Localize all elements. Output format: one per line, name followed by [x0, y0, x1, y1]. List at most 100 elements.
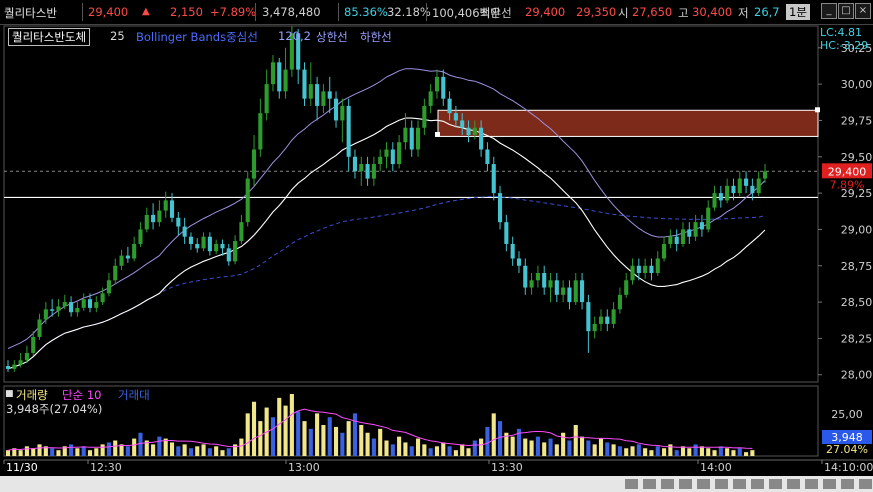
volume-bar — [643, 448, 648, 456]
bb-center-label[interactable]: Bollinger Bands중심선 — [136, 29, 258, 45]
candle — [283, 69, 288, 92]
candle — [308, 84, 313, 99]
volume-bar — [214, 446, 219, 456]
candle — [617, 294, 622, 310]
candle — [264, 84, 269, 114]
volume-bar — [491, 413, 496, 456]
candle — [554, 280, 559, 295]
candle — [725, 185, 730, 201]
toolbar-button-icon — [643, 479, 656, 489]
candle — [365, 164, 370, 179]
volume-bar — [649, 450, 654, 456]
volume-bar — [346, 421, 351, 456]
candle — [371, 164, 376, 179]
volume-bar — [176, 446, 181, 456]
minimize-icon[interactable]: _ — [821, 3, 837, 19]
volume-bar — [151, 444, 156, 456]
volume-bar — [100, 444, 105, 456]
trade-amount-label[interactable]: 거래대 — [118, 387, 150, 403]
volume-bar — [535, 436, 540, 456]
volume-bar — [554, 444, 559, 456]
candle — [113, 265, 118, 281]
box-handle — [435, 131, 440, 137]
stock-legend-label[interactable]: 퀄리타스반도체 — [8, 28, 91, 46]
candle — [226, 248, 231, 262]
volume-bar — [630, 446, 635, 456]
upper-band-label[interactable]: 상한선 — [316, 29, 348, 45]
best-bid: 29,350 — [576, 5, 617, 19]
candle — [43, 309, 48, 320]
volume-bar — [315, 413, 320, 456]
toolbar-button-icon — [697, 479, 710, 489]
candle — [81, 299, 86, 308]
volume-bar — [712, 450, 717, 456]
best-ask: 29,400 — [525, 5, 566, 19]
volume-bar — [403, 442, 408, 456]
volume-bar — [37, 444, 42, 456]
volume-bar — [87, 450, 93, 456]
toolbar-button-icon — [625, 479, 638, 489]
candle — [403, 127, 408, 143]
volume-bar — [479, 438, 484, 456]
volume-bar — [428, 448, 433, 456]
lower-band-label[interactable]: 하한선 — [360, 29, 392, 45]
volume-bar — [94, 448, 99, 456]
volume-current: 3,948주(27.04%) — [6, 402, 103, 416]
candle — [422, 105, 427, 128]
interval-selector[interactable]: 1분 — [786, 4, 810, 20]
candle — [378, 156, 383, 165]
volume-bar — [674, 450, 679, 456]
candle — [434, 76, 440, 92]
volume-bar — [725, 448, 730, 456]
price-axis-label: 29,500 — [841, 151, 873, 164]
volume-bar — [573, 425, 578, 456]
candle — [460, 120, 465, 128]
close-icon[interactable]: × — [855, 3, 871, 19]
candle — [346, 105, 351, 157]
volume: 3,478,480 — [262, 5, 321, 19]
volume-bar — [460, 444, 465, 456]
volume-bar — [163, 438, 168, 456]
volume-bar — [226, 448, 231, 456]
candle — [415, 127, 421, 150]
candle — [535, 273, 540, 281]
chart-area[interactable]: 30,25030,00029,75029,50029,25029,00028,7… — [0, 24, 873, 492]
bottom-toolbar — [0, 476, 873, 492]
volume-bar — [466, 448, 471, 456]
candle — [504, 222, 509, 244]
candle — [195, 243, 200, 249]
candle — [302, 69, 307, 99]
price-axis-label: 29,750 — [841, 114, 873, 127]
volume-bar — [50, 448, 55, 456]
candle — [447, 98, 452, 114]
turnover: 32.18% — [387, 5, 431, 19]
candle — [580, 280, 585, 303]
volume-bar — [321, 425, 326, 456]
volume-bar — [662, 448, 667, 456]
volume-bar — [397, 436, 402, 456]
volume-bar — [586, 440, 591, 456]
volume-bar — [188, 448, 193, 456]
maximize-icon[interactable]: □ — [838, 3, 854, 19]
candle — [693, 222, 698, 237]
candle — [699, 222, 704, 230]
volume-bar — [693, 444, 698, 456]
volume-bar — [296, 411, 301, 456]
candle — [428, 91, 433, 106]
candle — [598, 316, 604, 324]
volume-bar — [706, 448, 711, 456]
up-triangle-icon: ▲ — [142, 6, 150, 17]
candle — [731, 185, 736, 194]
stock-name[interactable]: 퀄리타스반 — [4, 5, 57, 21]
candle — [744, 178, 749, 186]
volume-axis-label: 25,00 — [831, 408, 863, 421]
candle — [453, 113, 458, 121]
time-axis-label: 11/30 — [6, 461, 38, 474]
volume-bar — [687, 448, 692, 456]
volume-bar — [434, 446, 440, 456]
volume-bar — [737, 448, 742, 456]
candle — [479, 127, 484, 150]
bb-center-line — [7, 196, 766, 370]
volume-bar — [497, 421, 503, 456]
toolbar-button-icon — [715, 479, 728, 489]
